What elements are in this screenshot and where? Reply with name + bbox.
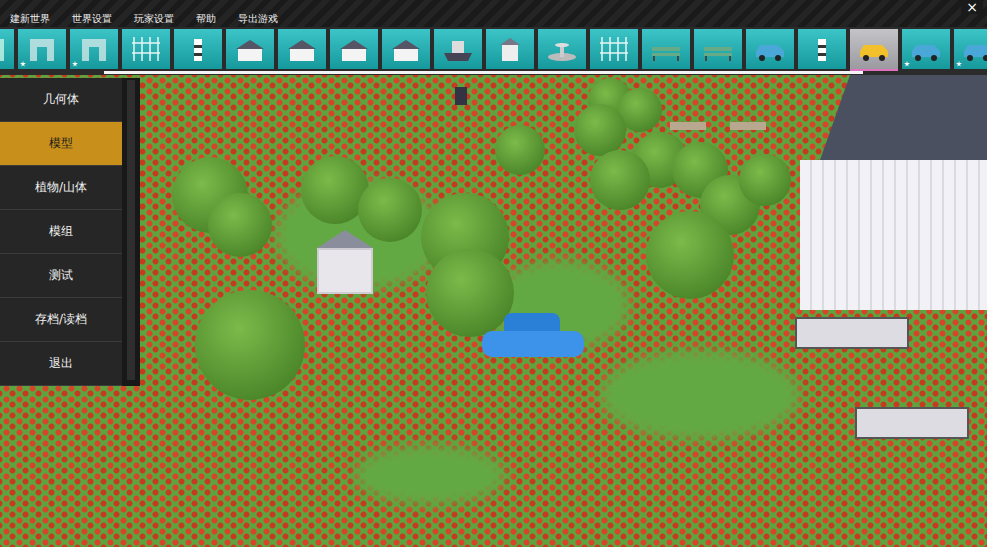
bush[interactable] bbox=[646, 211, 734, 299]
asset-thumbnail[interactable] bbox=[694, 29, 742, 69]
asset-thumbnail[interactable] bbox=[70, 29, 118, 69]
house-icon bbox=[388, 33, 424, 65]
scrollbar-thumb[interactable] bbox=[104, 71, 863, 74]
asset-thumbnail[interactable] bbox=[434, 29, 482, 69]
vehicle-icon bbox=[960, 33, 987, 65]
bush[interactable] bbox=[574, 104, 626, 156]
sidebar-item[interactable]: 存档/读档 bbox=[0, 298, 122, 342]
asset-thumbnail[interactable] bbox=[850, 29, 898, 69]
star-badge-icon bbox=[956, 61, 962, 67]
bush[interactable] bbox=[358, 178, 422, 242]
asset-thumbnail[interactable] bbox=[226, 29, 274, 69]
sidebar-scrollbar-thumb[interactable] bbox=[127, 80, 135, 380]
menu-item[interactable]: 导出游戏 bbox=[238, 12, 278, 25]
asset-thumbnail[interactable] bbox=[590, 29, 638, 69]
menu-item[interactable]: 玩家设置 bbox=[134, 12, 174, 25]
star-badge-icon bbox=[72, 61, 78, 67]
bush[interactable] bbox=[495, 125, 545, 175]
fence-icon bbox=[128, 33, 164, 65]
grass-patch bbox=[355, 445, 505, 505]
asset-thumbnail[interactable] bbox=[122, 29, 170, 69]
asset-thumbnail[interactable] bbox=[382, 29, 430, 69]
sign-model[interactable] bbox=[855, 407, 969, 439]
bush[interactable] bbox=[739, 154, 791, 206]
bush[interactable] bbox=[590, 150, 650, 210]
sidebar-item[interactable]: 模型 bbox=[0, 122, 122, 166]
asset-thumbnail[interactable] bbox=[902, 29, 950, 69]
vehicle-icon bbox=[752, 33, 788, 65]
star-badge-icon bbox=[20, 61, 26, 67]
bench-icon bbox=[700, 33, 736, 65]
asset-thumbnail[interactable] bbox=[0, 29, 14, 69]
menu-bar: 建新世界 世界设置 玩家设置 帮助 导出游戏 × bbox=[0, 0, 987, 27]
menu-item[interactable]: 世界设置 bbox=[72, 12, 112, 25]
asset-thumbnail[interactable] bbox=[174, 29, 222, 69]
close-button[interactable]: × bbox=[961, 0, 983, 14]
asset-thumbnail[interactable] bbox=[798, 29, 846, 69]
asset-thumbnail[interactable] bbox=[538, 29, 586, 69]
asset-thumbnail[interactable] bbox=[642, 29, 690, 69]
sidebar-item[interactable]: 测试 bbox=[0, 254, 122, 298]
car-model[interactable] bbox=[482, 313, 584, 361]
game-viewport[interactable] bbox=[0, 75, 987, 547]
house-icon bbox=[336, 33, 372, 65]
bench-model[interactable] bbox=[670, 122, 706, 130]
grass-patch bbox=[600, 350, 800, 440]
asset-thumbnail[interactable] bbox=[954, 29, 987, 69]
menu-item[interactable]: 帮助 bbox=[196, 12, 216, 25]
sidebar: 几何体模型植物/山体模组测试存档/读档退出 bbox=[0, 78, 140, 386]
church-roof bbox=[800, 75, 987, 160]
asset-thumbnail[interactable] bbox=[18, 29, 66, 69]
sidebar-item[interactable]: 退出 bbox=[0, 342, 122, 386]
sidebar-scrollbar[interactable] bbox=[122, 78, 140, 386]
car-cabin bbox=[504, 313, 560, 331]
arch-icon bbox=[24, 33, 60, 65]
star-badge-icon bbox=[904, 61, 910, 67]
house-icon bbox=[232, 33, 268, 65]
bench-model[interactable] bbox=[730, 122, 766, 130]
fountain-icon bbox=[544, 33, 580, 65]
sidebar-item[interactable]: 植物/山体 bbox=[0, 166, 122, 210]
gazebo-icon bbox=[492, 33, 528, 65]
vehicle-icon bbox=[856, 33, 892, 65]
asset-thumbnail[interactable] bbox=[278, 29, 326, 69]
fence-icon bbox=[596, 33, 632, 65]
wall-icon bbox=[0, 33, 8, 65]
trash-bin-model[interactable] bbox=[455, 87, 467, 105]
bush[interactable] bbox=[426, 249, 514, 337]
sidebar-item[interactable]: 模组 bbox=[0, 210, 122, 254]
asset-strip bbox=[0, 27, 987, 71]
gazebo-model[interactable] bbox=[317, 230, 373, 294]
gazebo-roof bbox=[317, 230, 373, 248]
sign-model[interactable] bbox=[795, 317, 909, 349]
bench-icon bbox=[648, 33, 684, 65]
asset-thumbnail[interactable] bbox=[330, 29, 378, 69]
asset-thumbnail[interactable] bbox=[746, 29, 794, 69]
vehicle-icon bbox=[908, 33, 944, 65]
car-body bbox=[482, 331, 584, 357]
arch-icon bbox=[76, 33, 112, 65]
sidebar-list: 几何体模型植物/山体模组测试存档/读档退出 bbox=[0, 78, 122, 386]
asset-scrollbar[interactable] bbox=[0, 71, 987, 75]
tower-icon bbox=[804, 33, 840, 65]
house-icon bbox=[284, 33, 320, 65]
bush[interactable] bbox=[195, 290, 305, 400]
asset-thumbnail[interactable] bbox=[486, 29, 534, 69]
gazebo-body bbox=[317, 248, 373, 294]
sidebar-item[interactable]: 几何体 bbox=[0, 78, 122, 122]
church-model[interactable] bbox=[800, 75, 987, 310]
ship-icon bbox=[440, 33, 476, 65]
bush[interactable] bbox=[208, 193, 272, 257]
menu-item[interactable]: 建新世界 bbox=[10, 12, 50, 25]
tower-icon bbox=[180, 33, 216, 65]
church-walls bbox=[800, 160, 987, 310]
game-editor: 建新世界 世界设置 玩家设置 帮助 导出游戏 × 几何体模型植物/山体模组测试存档/读档… bbox=[0, 0, 987, 547]
